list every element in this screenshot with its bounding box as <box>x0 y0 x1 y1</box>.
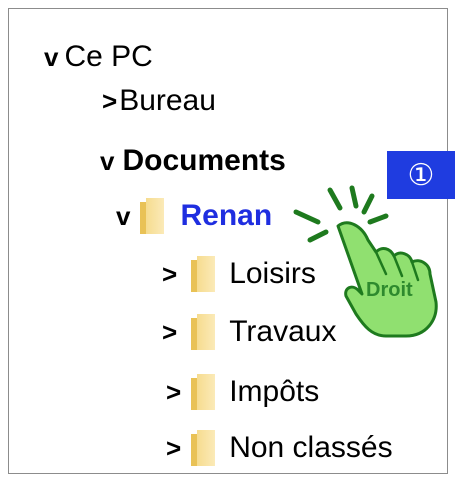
tree-item-documents[interactable]: v Documents <box>100 146 286 176</box>
folder-icon <box>191 374 217 410</box>
chevron-right-icon[interactable]: > <box>166 435 181 461</box>
pointing-hand-icon: Droit <box>293 185 438 338</box>
tree-item-impots[interactable]: > Impôts <box>166 374 319 410</box>
tree-item-non-classes[interactable]: > Non classés <box>166 430 393 466</box>
tree-item-bureau[interactable]: > Bureau <box>102 86 216 116</box>
chevron-right-icon[interactable]: > <box>162 261 177 287</box>
folder-icon <box>191 430 217 466</box>
chevron-down-icon[interactable]: v <box>100 148 114 174</box>
tree-item-label: Ce PC <box>64 40 153 73</box>
tree-item-label: Bureau <box>119 84 216 117</box>
chevron-down-icon[interactable]: v <box>116 203 130 229</box>
chevron-down-icon[interactable]: v <box>44 44 58 70</box>
chevron-right-icon[interactable]: > <box>166 379 181 405</box>
tree-item-label: Renan <box>180 199 273 232</box>
folder-icon <box>140 198 166 234</box>
tree-item-label: Documents <box>122 144 286 177</box>
chevron-right-icon[interactable]: > <box>162 319 177 345</box>
tree-item-label: Non classés <box>229 431 393 464</box>
folder-icon <box>191 314 217 350</box>
chevron-right-icon[interactable]: > <box>102 88 117 114</box>
tree-item-label: Impôts <box>229 375 320 408</box>
tree-item-ce-pc[interactable]: v Ce PC <box>44 42 153 72</box>
folder-icon <box>191 256 217 292</box>
tree-item-renan[interactable]: v Renan <box>116 198 272 234</box>
hand-label: Droit <box>366 279 413 301</box>
